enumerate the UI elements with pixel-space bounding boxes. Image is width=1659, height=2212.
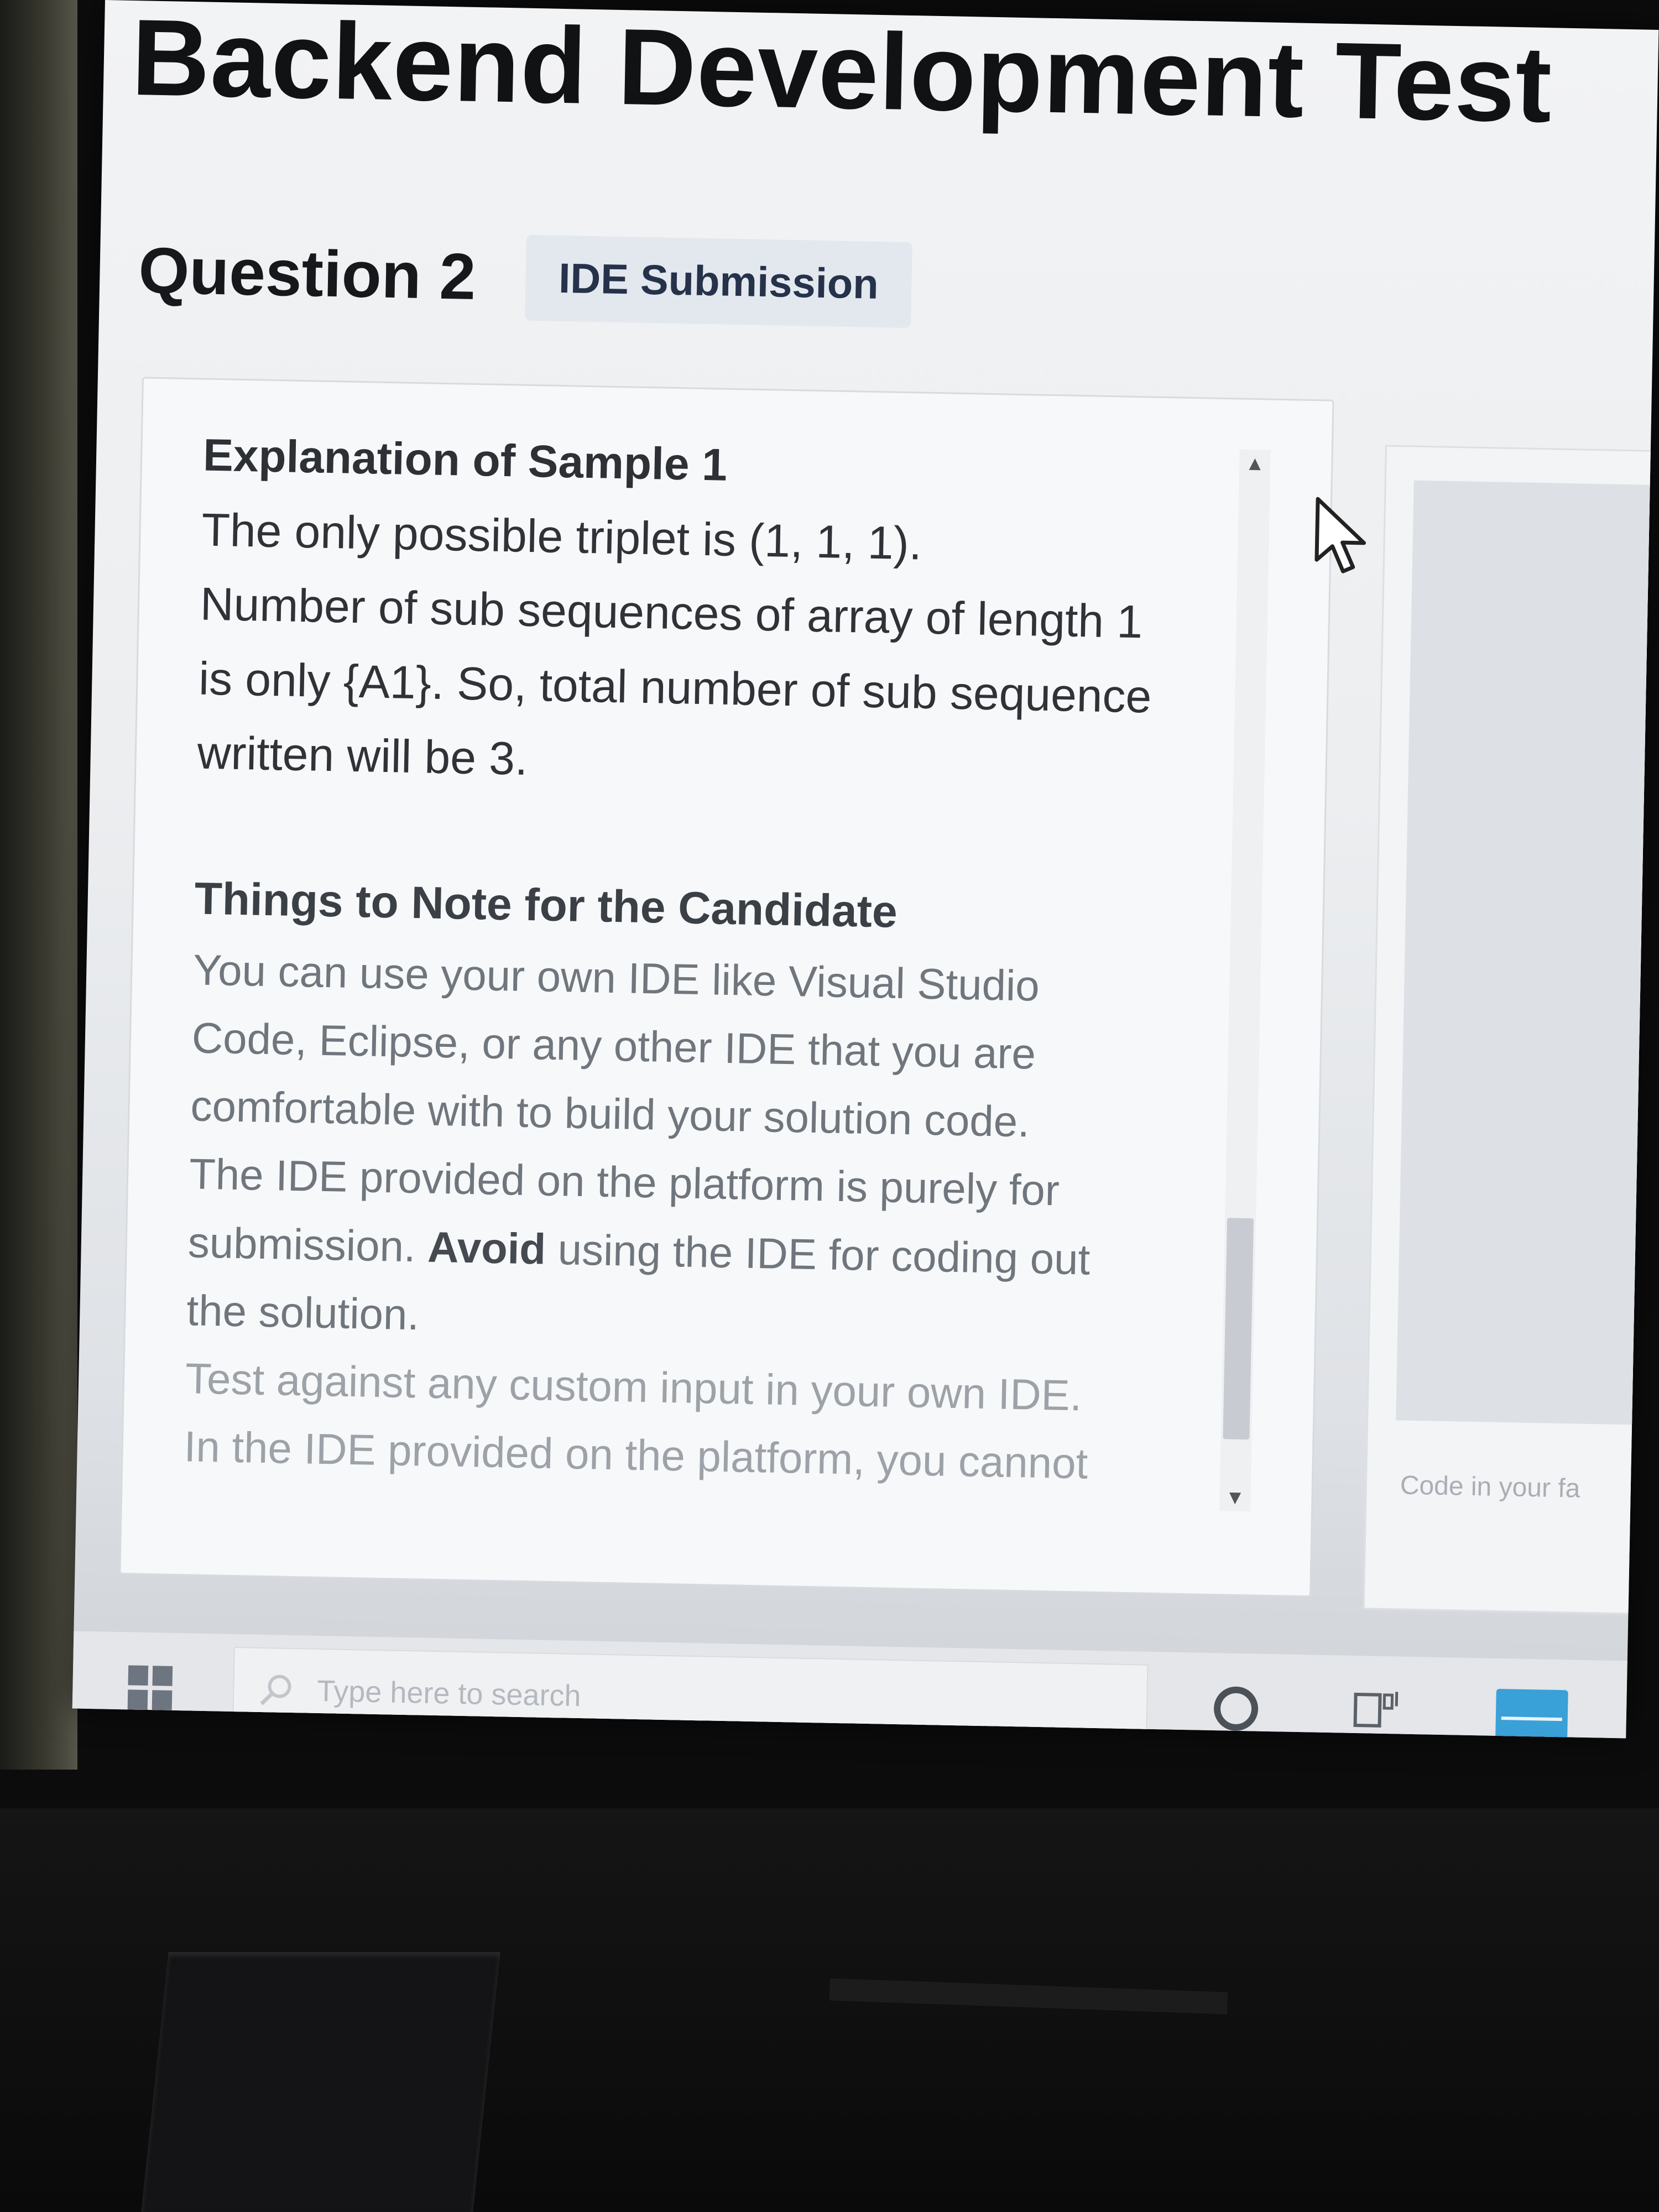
scroll-down-arrow-icon[interactable]: ▼ [1219, 1483, 1251, 1511]
search-icon [260, 1674, 291, 1705]
task-view-icon[interactable] [1352, 1689, 1402, 1734]
windows-taskbar: Type here to search [72, 1631, 1627, 1739]
sample-explanation-heading: Explanation of Sample 1 [202, 430, 728, 491]
question-title: Question 2 [138, 233, 477, 314]
notes-text: using the IDE for coding out [557, 1224, 1091, 1284]
editor-placeholder: Code in your fa [1400, 1470, 1580, 1504]
question-header: Question 2 IDE Submission [138, 227, 913, 328]
monitor-bezel [0, 0, 77, 1770]
scroll-thumb[interactable] [1223, 1218, 1254, 1440]
page-title: Backend Development Test [130, 0, 1553, 145]
mail-icon[interactable] [1495, 1688, 1568, 1739]
scroll-up-arrow-icon[interactable]: ▲ [1239, 450, 1271, 478]
sample-explanation-section: Explanation of Sample 1 The only possibl… [197, 430, 1199, 809]
candidate-notes-heading: Things to Note for the Candidate [194, 873, 898, 937]
editor-toolbar-area [1396, 480, 1659, 1427]
cortana-circle-icon[interactable] [1213, 1686, 1259, 1731]
problem-scrollbar[interactable]: ▲ ▼ [1219, 449, 1271, 1512]
ide-submission-badge: IDE Submission [524, 234, 913, 328]
taskbar-search-box[interactable]: Type here to search [232, 1647, 1149, 1739]
candidate-notes-section: Things to Note for the Candidate You can… [184, 873, 1191, 1500]
avoid-emphasis: Avoid [427, 1222, 546, 1274]
search-placeholder: Type here to search [316, 1674, 582, 1713]
problem-statement-panel[interactable]: Explanation of Sample 1 The only possibl… [119, 377, 1334, 1598]
windows-start-icon[interactable] [127, 1665, 173, 1710]
laptop-hinge-left [141, 1952, 500, 2212]
notes-text: submission. [187, 1217, 416, 1271]
mouse-pointer-icon [1314, 497, 1366, 573]
code-editor-panel[interactable]: Code in your fa [1363, 445, 1659, 1616]
screen: Backend Development Test Question 2 IDE … [72, 0, 1659, 1739]
problem-content: Explanation of Sample 1 The only possibl… [184, 430, 1199, 1500]
